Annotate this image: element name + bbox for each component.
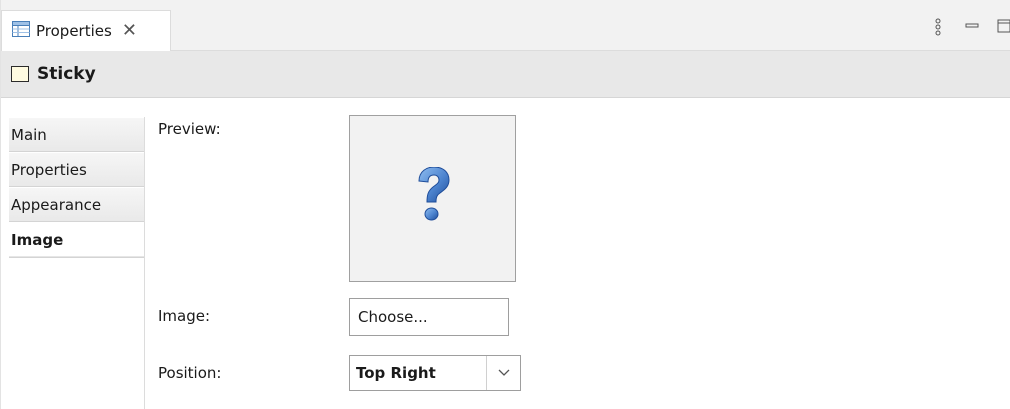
position-label: Position: xyxy=(158,364,222,382)
tab-label: Appearance xyxy=(11,195,102,214)
tab-properties[interactable]: Properties xyxy=(9,152,144,187)
view-tab-bar: Properties ✕ xyxy=(1,0,1010,51)
side-tab-filler xyxy=(9,257,144,409)
preview-label: Preview: xyxy=(158,120,221,138)
tab-main[interactable]: Main xyxy=(9,117,144,152)
close-icon[interactable]: ✕ xyxy=(122,22,137,40)
view-tab-label: Properties xyxy=(36,22,112,40)
choose-image-button[interactable]: Choose... xyxy=(349,298,509,336)
tab-image[interactable]: Image xyxy=(9,222,144,257)
properties-table-icon xyxy=(12,21,30,41)
chevron-down-icon[interactable] xyxy=(486,356,520,390)
maximize-icon[interactable] xyxy=(997,18,1010,34)
view-toolbar xyxy=(933,18,1010,36)
properties-view-tab[interactable]: Properties ✕ xyxy=(1,10,171,51)
question-mark-icon xyxy=(413,165,453,231)
sticky-note-icon xyxy=(11,66,29,82)
minimize-icon[interactable] xyxy=(965,18,979,34)
page-title: Sticky xyxy=(37,64,96,84)
properties-view: Properties ✕ Sticky Main Properties Appe… xyxy=(0,0,1010,409)
choose-button-label: Choose... xyxy=(358,308,428,326)
tab-label: Image xyxy=(11,230,64,249)
tab-label: Main xyxy=(11,125,47,144)
properties-header: Sticky xyxy=(1,51,1010,98)
image-label: Image: xyxy=(158,307,211,325)
tab-appearance[interactable]: Appearance xyxy=(9,187,144,222)
image-preview xyxy=(349,115,516,282)
side-tab-list: Main Properties Appearance Image xyxy=(9,117,145,409)
position-select-value: Top Right xyxy=(356,364,436,382)
position-select[interactable]: Top Right xyxy=(349,355,521,391)
view-menu-icon[interactable] xyxy=(933,18,947,36)
tab-label: Properties xyxy=(11,160,87,179)
